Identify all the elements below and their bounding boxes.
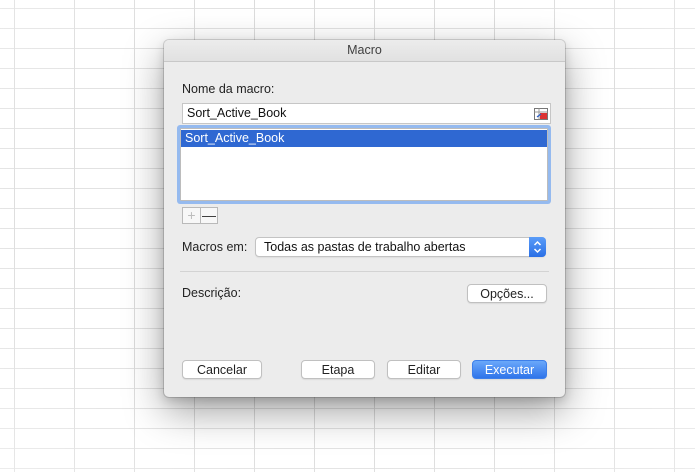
run-button[interactable]: Executar <box>472 360 547 379</box>
add-remove-controls: + — <box>182 207 218 224</box>
dialog-title: Macro <box>164 40 565 62</box>
step-button[interactable]: Etapa <box>301 360 375 379</box>
macro-name-input[interactable]: Sort_Active_Book <box>182 103 551 124</box>
macro-list[interactable]: Sort_Active_Book <box>180 128 548 201</box>
description-label: Descrição: <box>182 286 242 300</box>
macro-dialog: Macro Nome da macro: Sort_Active_Book So… <box>164 40 565 397</box>
divider <box>180 271 549 272</box>
add-macro-button[interactable]: + <box>182 207 200 224</box>
macros-in-value: Todas as pastas de trabalho abertas <box>264 240 466 254</box>
list-item[interactable]: Sort_Active_Book <box>181 130 547 147</box>
macro-name-label: Nome da macro: <box>182 82 275 96</box>
options-button[interactable]: Opções... <box>467 284 547 303</box>
macro-name-value: Sort_Active_Book <box>187 106 287 120</box>
cell-reference-icon[interactable] <box>534 107 548 120</box>
macros-in-label: Macros em: <box>182 240 248 254</box>
edit-button[interactable]: Editar <box>387 360 461 379</box>
remove-macro-button[interactable]: — <box>200 207 218 224</box>
select-stepper-icon <box>529 237 546 257</box>
macros-in-select[interactable]: Todas as pastas de trabalho abertas <box>255 237 546 257</box>
cancel-button[interactable]: Cancelar <box>182 360 262 379</box>
